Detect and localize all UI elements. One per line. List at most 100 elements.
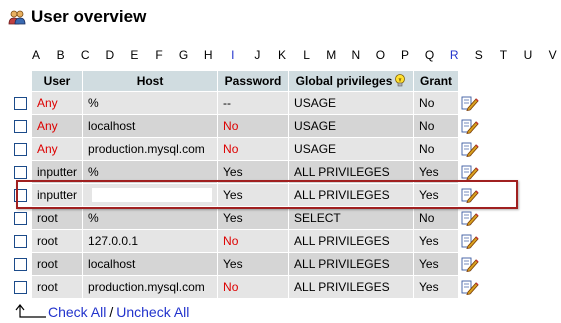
cell-password: No bbox=[218, 230, 289, 252]
table-footer: Check All / Uncheck All bbox=[14, 303, 189, 321]
cell-grant: No bbox=[414, 138, 459, 160]
header-user[interactable]: User bbox=[32, 71, 83, 91]
edit-pencil-icon[interactable] bbox=[461, 256, 479, 273]
table-row: Any production.mysql.com No USAGE No bbox=[9, 138, 481, 160]
row-checkbox-cell bbox=[9, 115, 31, 137]
row-checkbox[interactable] bbox=[13, 189, 27, 203]
row-edit-cell bbox=[459, 161, 481, 183]
uncheck-all-link[interactable]: Uncheck All bbox=[116, 304, 189, 320]
row-edit-cell bbox=[459, 253, 481, 275]
alphabet-letter-r[interactable]: R bbox=[444, 48, 464, 62]
row-checkbox[interactable] bbox=[13, 97, 27, 111]
row-checkbox-cell bbox=[9, 92, 31, 114]
alphabet-letter-m: M bbox=[326, 48, 337, 62]
row-checkbox[interactable] bbox=[13, 281, 27, 295]
alphabet-letter-f: F bbox=[155, 48, 163, 62]
edit-pencil-icon[interactable] bbox=[461, 233, 479, 250]
cell-host: % bbox=[83, 92, 218, 114]
alphabet-letter-a: A bbox=[31, 48, 40, 62]
cell-grant: No bbox=[414, 207, 459, 229]
alphabet-letter-p: P bbox=[400, 48, 409, 62]
cell-host: % bbox=[83, 161, 218, 183]
cell-user: root bbox=[32, 230, 83, 252]
cell-privileges: ALL PRIVILEGES bbox=[289, 253, 414, 275]
cell-privileges: USAGE bbox=[289, 115, 414, 137]
row-checkbox[interactable] bbox=[13, 143, 27, 157]
alphabet-letter-b: B bbox=[56, 48, 65, 62]
cell-privileges: USAGE bbox=[289, 92, 414, 114]
row-edit-cell bbox=[459, 276, 481, 298]
alphabet-letter-e: E bbox=[130, 48, 139, 62]
table-row: root localhost Yes ALL PRIVILEGES Yes bbox=[9, 253, 481, 275]
alphabet-letter-n: N bbox=[351, 48, 361, 62]
table-row: Any localhost No USAGE No bbox=[9, 115, 481, 137]
alphabet-letter-l: L bbox=[303, 48, 310, 62]
row-edit-cell bbox=[459, 92, 481, 114]
row-edit-cell bbox=[459, 138, 481, 160]
header-edit-spacer bbox=[459, 71, 481, 91]
row-checkbox[interactable] bbox=[13, 120, 27, 134]
header-checkbox-spacer bbox=[9, 71, 31, 91]
cell-host: production.mysql.com bbox=[83, 276, 218, 298]
cell-grant: Yes bbox=[414, 161, 459, 183]
cell-password: No bbox=[218, 115, 289, 137]
cell-password: No bbox=[218, 138, 289, 160]
footer-separator: / bbox=[109, 304, 114, 320]
cell-grant: Yes bbox=[414, 253, 459, 275]
header-global-privileges-label: Global privileges bbox=[295, 73, 393, 88]
alphabet-letter-g: G bbox=[178, 48, 189, 62]
cell-password: Yes bbox=[218, 184, 289, 206]
table-row: Any% -- USAGE No bbox=[9, 92, 481, 114]
row-checkbox-cell bbox=[9, 276, 31, 298]
header-host[interactable]: Host bbox=[83, 71, 218, 91]
table-row: inputter% Yes ALL PRIVILEGES Yes bbox=[9, 161, 481, 183]
header-grant[interactable]: Grant bbox=[414, 71, 459, 91]
row-edit-cell bbox=[459, 115, 481, 137]
alphabet-letter-c: C bbox=[80, 48, 90, 62]
row-checkbox[interactable] bbox=[13, 258, 27, 272]
row-checkbox-cell bbox=[9, 253, 31, 275]
header-global-privileges[interactable]: Global privileges bbox=[289, 71, 414, 91]
row-checkbox-cell bbox=[9, 207, 31, 229]
check-all-link[interactable]: Check All bbox=[48, 304, 106, 320]
cell-privileges: ALL PRIVILEGES bbox=[289, 184, 414, 206]
edit-pencil-icon[interactable] bbox=[461, 210, 479, 227]
row-checkbox-cell bbox=[9, 161, 31, 183]
cell-privileges: USAGE bbox=[289, 138, 414, 160]
cell-host: % bbox=[83, 207, 218, 229]
edit-pencil-icon[interactable] bbox=[461, 118, 479, 135]
cell-user: Any bbox=[32, 138, 83, 160]
cell-grant: No bbox=[414, 92, 459, 114]
cell-user: Any bbox=[32, 92, 83, 114]
users-icon bbox=[8, 9, 26, 25]
cell-grant: No bbox=[414, 115, 459, 137]
cell-host: 127.0.0.1 bbox=[83, 230, 218, 252]
table-header-row: User Host Password Global privileges Gra… bbox=[9, 71, 481, 91]
alphabet-letter-u: U bbox=[523, 48, 533, 62]
row-edit-cell bbox=[459, 230, 481, 252]
alphabet-letter-h: H bbox=[203, 48, 213, 62]
row-checkbox[interactable] bbox=[13, 166, 27, 180]
cell-privileges: ALL PRIVILEGES bbox=[289, 276, 414, 298]
cell-host: localhost bbox=[83, 253, 218, 275]
table-row: root% Yes SELECT No bbox=[9, 207, 481, 229]
row-checkbox[interactable] bbox=[13, 212, 27, 226]
edit-pencil-icon[interactable] bbox=[461, 95, 479, 112]
lightbulb-icon[interactable] bbox=[394, 74, 406, 88]
cell-user: inputter bbox=[32, 161, 83, 183]
alphabet-filter: A B C D E F GHIJ K L MNOP QRS T U V bbox=[0, 48, 561, 64]
edit-pencil-icon[interactable] bbox=[461, 187, 479, 204]
edit-pencil-icon[interactable] bbox=[461, 279, 479, 296]
page-header: User overview bbox=[8, 4, 146, 30]
cell-host: localhost bbox=[83, 115, 218, 137]
cell-user: Any bbox=[32, 115, 83, 137]
edit-pencil-icon[interactable] bbox=[461, 141, 479, 158]
row-checkbox[interactable] bbox=[13, 235, 27, 249]
arrow-corner-icon bbox=[14, 304, 48, 320]
table-row: inputter Yes ALL PRIVILEGES Yes bbox=[9, 184, 481, 206]
alphabet-letter-o: O bbox=[375, 48, 386, 62]
edit-pencil-icon[interactable] bbox=[461, 164, 479, 181]
row-edit-cell bbox=[459, 184, 481, 206]
alphabet-letter-i[interactable]: I bbox=[223, 48, 243, 62]
header-password[interactable]: Password bbox=[218, 71, 289, 91]
